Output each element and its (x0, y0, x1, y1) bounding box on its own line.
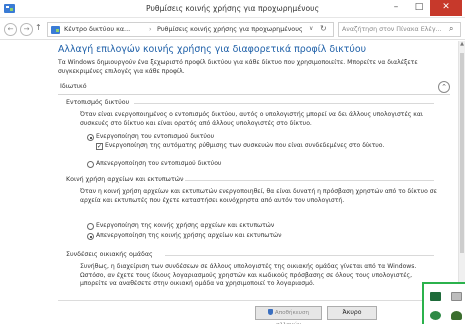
section-title-sharing: Κοινή χρήση αρχείων και εκτυπωτών (66, 176, 184, 183)
profile-header-private[interactable]: Ιδιωτικό ⌃ (58, 81, 450, 95)
app-tile-icon[interactable] (430, 292, 441, 301)
scrollbar-thumb[interactable] (460, 53, 464, 253)
section-divider (165, 255, 434, 256)
highlighted-icon-panel (422, 282, 465, 324)
collapse-icon[interactable]: ⌃ (438, 81, 450, 93)
footer-divider (58, 300, 450, 301)
search-icon[interactable]: ⌕ (449, 24, 453, 34)
search-box[interactable]: ⌕ (338, 22, 461, 37)
scroll-up-icon[interactable]: ▲ (459, 41, 465, 49)
search-input[interactable] (342, 24, 446, 35)
maximize-button[interactable]: □ (408, 0, 430, 16)
checkbox-auto-setup[interactable]: ✓ (96, 143, 103, 150)
address-bar[interactable]: Κέντρο δικτύου κα... › Ρυθμίσεις κοινής … (47, 22, 334, 37)
radio-sharing-on[interactable] (87, 223, 94, 230)
radio-label-discovery-off[interactable]: Απενεργοποίηση του εντοπισμού δικτύου (96, 160, 221, 168)
section-divider (134, 103, 434, 104)
section-title-discovery: Εντοπισμός δικτύου (66, 99, 130, 106)
title-bar: Ρυθμίσεις κοινής χρήσης για προχωρημένου… (0, 0, 465, 18)
radio-label-sharing-off[interactable]: Απενεργοποίηση της κοινής χρήσης αρχείων… (96, 232, 282, 240)
address-toolbar: ← → ↑ Κέντρο δικτύου κα... › Ρυθμίσεις κ… (0, 19, 465, 40)
checkbox-label-auto-setup[interactable]: Ενεργοποίηση της αυτόματης ρύθμισης των … (105, 142, 435, 150)
minimize-button[interactable]: – (384, 0, 408, 16)
breadcrumb-separator: › (149, 25, 152, 33)
app-tile-icon[interactable] (430, 311, 441, 320)
shield-icon (267, 309, 273, 315)
section-text-discovery: Όταν είναι ενεργοποιημένος ο εντοπισμός … (80, 111, 423, 127)
app-tile-icon[interactable] (451, 292, 462, 301)
back-button[interactable]: ← (4, 23, 17, 36)
page-intro: Τα Windows δημιουργούν ένα ξεχωριστό προ… (58, 59, 418, 75)
radio-label-sharing-on[interactable]: Ενεργοποίηση της κοινής χρήσης αρχείων κ… (96, 222, 274, 230)
up-button[interactable]: ↑ (35, 23, 42, 32)
chevron-down-icon[interactable]: ∨ (309, 25, 313, 32)
cancel-button[interactable]: Άκυρο (327, 306, 377, 320)
refresh-icon[interactable]: ↻ (320, 24, 327, 33)
profile-label: Ιδιωτικό (60, 83, 87, 90)
control-panel-icon (51, 26, 60, 34)
radio-discovery-on[interactable] (87, 134, 94, 141)
breadcrumb-network-center[interactable]: Κέντρο δικτύου κα... (64, 25, 130, 33)
section-text-sharing: Όταν η κοινή χρήση αρχείων και εκτυπωτών… (80, 188, 437, 204)
page-title: Αλλαγή επιλογών κοινής χρήσης για διαφορ… (58, 44, 366, 55)
forward-button[interactable]: → (20, 23, 33, 36)
section-divider (185, 180, 434, 181)
section-text-homegroup: Συνήθως, η διαχείριση των συνδέσεων σε ά… (80, 263, 417, 288)
save-changes-button[interactable]: Αποθήκευση αλλαγών (255, 306, 322, 324)
close-button[interactable]: ✕ (430, 0, 462, 16)
section-title-homegroup: Συνδέσεις οικιακής ομάδας (66, 251, 153, 258)
app-tile-icon[interactable] (451, 311, 462, 320)
radio-sharing-off[interactable] (87, 233, 94, 240)
radio-discovery-off[interactable] (87, 161, 94, 168)
main-content: Αλλαγή επιλογών κοινής χρήσης για διαφορ… (0, 41, 458, 324)
save-label: Αποθήκευση αλλαγών (274, 310, 310, 324)
radio-label-discovery-on[interactable]: Ενεργοποίηση του εντοπισμού δικτύου (96, 133, 214, 141)
breadcrumb-advanced-sharing[interactable]: Ρυθμίσεις κοινής χρήσης για προχωρημένου… (157, 25, 303, 33)
